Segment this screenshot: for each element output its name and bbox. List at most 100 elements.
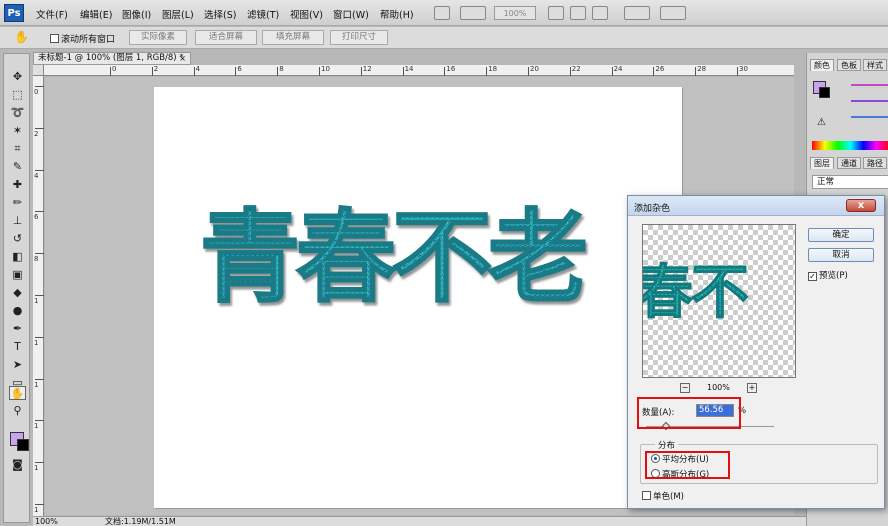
- zoom-select[interactable]: 100%: [494, 6, 536, 20]
- eyedropper-tool-icon[interactable]: ✎: [9, 160, 26, 174]
- rotate-view-icon[interactable]: [592, 6, 608, 20]
- dodge-tool-icon[interactable]: ●: [9, 304, 26, 318]
- fill-screen-button[interactable]: 填充屏幕: [262, 30, 324, 45]
- pen-tool-icon[interactable]: ✒: [9, 322, 26, 336]
- ok-button[interactable]: 确定: [808, 228, 874, 242]
- monochromatic-checkbox[interactable]: 单色(M): [642, 490, 684, 502]
- tab-layers[interactable]: 图层: [810, 157, 834, 169]
- ruler-tick: [35, 420, 44, 422]
- menu-file[interactable]: 文件(F): [36, 7, 68, 21]
- color-spectrum-bar[interactable]: [812, 141, 888, 150]
- ruler-tick: [319, 67, 320, 76]
- ruler-tick: [528, 67, 529, 76]
- ruler-origin[interactable]: [33, 65, 44, 76]
- scroll-all-windows-checkbox[interactable]: 滚动所有窗口: [50, 32, 115, 45]
- zoom-tool-icon[interactable]: ⚲: [9, 404, 26, 418]
- hand-tool-icon[interactable]: ✋: [9, 386, 26, 400]
- path-selection-tool-icon[interactable]: ➤: [9, 358, 26, 372]
- vertical-ruler[interactable]: 0 2 4 6 8 1 1 1 1 1 1: [33, 76, 44, 516]
- menu-bar: Ps 文件(F) 编辑(E) 图像(I) 图层(L) 选择(S) 滤镜(T) 视…: [0, 0, 888, 26]
- ruler-label: 0: [34, 88, 39, 96]
- ruler-label: 0: [112, 65, 117, 73]
- menu-layer[interactable]: 图层(L): [162, 7, 194, 21]
- menu-filter[interactable]: 滤镜(T): [247, 7, 279, 21]
- status-zoom[interactable]: 100%: [35, 517, 58, 526]
- ruler-tick: [193, 67, 195, 76]
- ruler-label: 10: [321, 65, 330, 73]
- gamut-warning-icon[interactable]: ⚠: [817, 117, 826, 128]
- color-panel-background[interactable]: [819, 87, 830, 98]
- ruler-label: 30: [739, 65, 748, 73]
- hand-tool-icon[interactable]: [548, 6, 564, 20]
- ruler-label: 1: [34, 380, 39, 389]
- gradient-tool-icon[interactable]: ▣: [9, 268, 26, 282]
- background-color-swatch[interactable]: [17, 439, 29, 451]
- tab-swatches[interactable]: 色板: [837, 59, 861, 71]
- ruler-tick: [486, 67, 488, 76]
- ruler-tick: [35, 127, 44, 129]
- clone-stamp-tool-icon[interactable]: ⊥: [9, 214, 26, 228]
- crop-tool-icon[interactable]: ⌗: [9, 142, 26, 156]
- menu-help[interactable]: 帮助(H): [380, 7, 414, 21]
- actual-pixels-button[interactable]: 实际像素: [129, 30, 187, 45]
- red-slider[interactable]: [851, 84, 888, 86]
- zoom-out-button[interactable]: −: [680, 383, 690, 393]
- screen-mode-icon[interactable]: [460, 6, 486, 20]
- screen-layout-icon[interactable]: [660, 6, 686, 20]
- hand-tool-preset-icon[interactable]: ✋: [14, 30, 29, 44]
- tab-color[interactable]: 颜色: [810, 59, 834, 71]
- blue-slider[interactable]: [851, 116, 888, 118]
- fit-screen-button[interactable]: 适合屏幕: [195, 30, 257, 45]
- history-brush-tool-icon[interactable]: ↺: [9, 232, 26, 246]
- menu-image[interactable]: 图像(I): [122, 7, 151, 21]
- move-tool-icon[interactable]: ✥: [9, 70, 26, 84]
- ruler-tick: [277, 67, 279, 76]
- distribution-highlight: [645, 451, 730, 479]
- ruler-tick: [235, 67, 237, 76]
- tab-styles[interactable]: 样式: [863, 59, 887, 71]
- arrange-documents-icon[interactable]: [624, 6, 650, 20]
- type-tool-icon[interactable]: T: [9, 340, 26, 354]
- bridge-icon[interactable]: [434, 6, 450, 20]
- magic-wand-tool-icon[interactable]: ✶: [9, 124, 26, 138]
- photoshop-logo: Ps: [4, 4, 24, 22]
- canvas-artwork-text: 青春不老: [199, 199, 589, 316]
- menu-window[interactable]: 窗口(W): [333, 7, 369, 21]
- eraser-tool-icon[interactable]: ◧: [9, 250, 26, 264]
- document-close-icon[interactable]: ×: [179, 53, 186, 64]
- ruler-tick: [151, 67, 153, 76]
- menu-view[interactable]: 视图(V): [290, 7, 323, 21]
- lasso-tool-icon[interactable]: ➰: [9, 106, 26, 120]
- ruler-tick: [35, 378, 44, 380]
- zoom-tool-icon[interactable]: [570, 6, 586, 20]
- healing-brush-tool-icon[interactable]: ✚: [9, 178, 26, 192]
- marquee-tool-icon[interactable]: ⬚: [9, 88, 26, 102]
- ruler-label: 1: [34, 297, 39, 305]
- cancel-button[interactable]: 取消: [808, 248, 874, 262]
- tab-channels[interactable]: 通道: [837, 157, 861, 169]
- green-slider[interactable]: [851, 100, 888, 102]
- tab-paths[interactable]: 路径: [863, 157, 887, 169]
- ruler-label: 2: [34, 129, 39, 138]
- ruler-tick: [35, 462, 44, 464]
- horizontal-ruler[interactable]: 0 2 4 6 8 10 12 14 16 18 20 22 24 26 28 30: [44, 65, 794, 76]
- menu-edit[interactable]: 编辑(E): [80, 7, 112, 21]
- close-icon[interactable]: x: [846, 199, 876, 212]
- filter-preview[interactable]: 春不: [642, 224, 796, 378]
- quick-mask-icon[interactable]: ◙: [9, 458, 26, 472]
- ruler-tick: [444, 67, 446, 76]
- print-size-button[interactable]: 打印尺寸: [330, 30, 388, 45]
- menu-select[interactable]: 选择(S): [204, 7, 236, 21]
- amount-highlight: [637, 397, 741, 429]
- ruler-tick: [35, 295, 44, 296]
- zoom-in-button[interactable]: +: [747, 383, 757, 393]
- status-doc-info: 文档:1.19M/1.51M: [105, 517, 176, 526]
- document-tab[interactable]: 未标题-1 @ 100% (图层 1, RGB/8) * ×: [33, 52, 191, 65]
- preview-checkbox[interactable]: ✓ 预览(P): [808, 271, 848, 282]
- dialog-titlebar[interactable]: 添加杂色 x: [628, 196, 884, 216]
- dialog-title: 添加杂色: [634, 204, 671, 214]
- ruler-label: 1: [34, 506, 39, 514]
- blur-tool-icon[interactable]: ◆: [9, 286, 26, 300]
- brush-tool-icon[interactable]: ✏: [9, 196, 26, 210]
- blend-mode-select[interactable]: 正常: [812, 175, 888, 189]
